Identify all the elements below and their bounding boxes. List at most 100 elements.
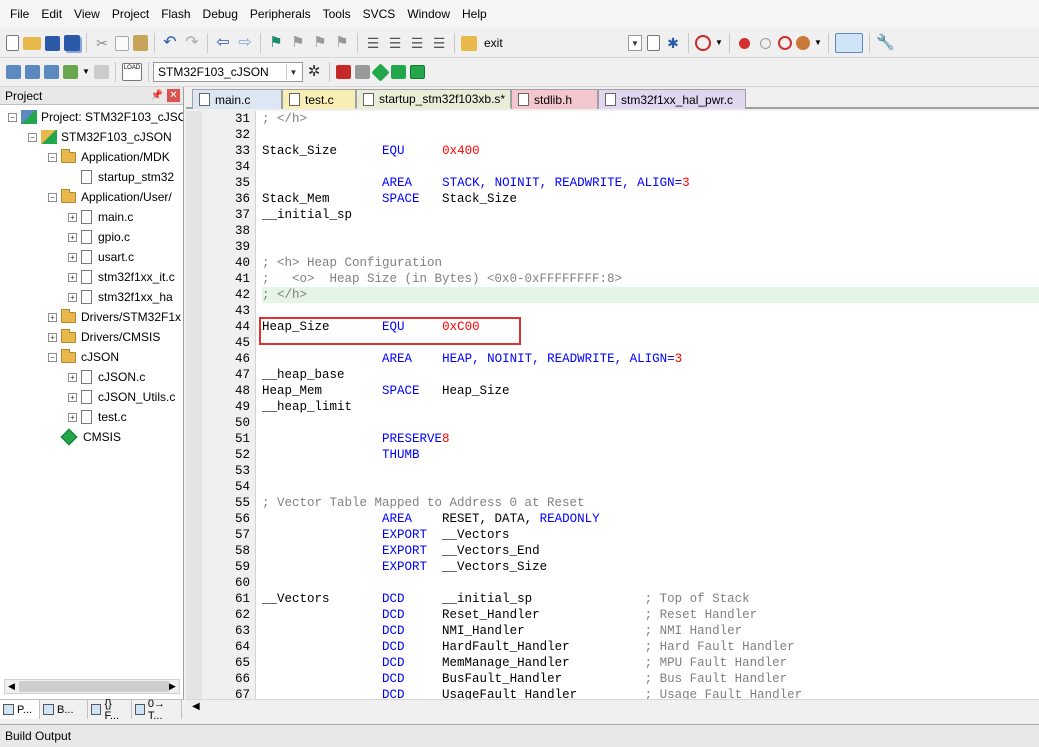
code-line[interactable] [262, 479, 1039, 495]
code-line[interactable]: ; <o> Heap Size (in Bytes) <0x0-0xFFFFFF… [262, 271, 1039, 287]
code-line[interactable]: EXPORT __Vectors_Size [262, 559, 1039, 575]
select-software-packs-icon[interactable] [371, 63, 389, 81]
tree-item[interactable]: +Drivers/CMSIS [48, 327, 160, 347]
expand-icon[interactable]: + [68, 373, 77, 382]
indent-icon[interactable]: ☰ [364, 34, 382, 52]
code-line[interactable]: ; <h> Heap Configuration [262, 255, 1039, 271]
code-line[interactable]: DCD UsageFault_Handler ; Usage Fault Han… [262, 687, 1039, 699]
undo-icon[interactable]: ↶ [161, 34, 179, 52]
build-icon[interactable] [25, 65, 40, 79]
code-line[interactable]: PRESERVE8 [262, 431, 1039, 447]
open-folder-icon[interactable] [23, 37, 41, 50]
code-line[interactable]: Heap_Mem SPACE Heap_Size [262, 383, 1039, 399]
code-line[interactable] [262, 575, 1039, 591]
code-line[interactable]: __initial_sp [262, 207, 1039, 223]
menu-debug[interactable]: Debug [197, 0, 244, 28]
expand-icon[interactable]: + [68, 213, 77, 222]
tree-item[interactable]: −cJSON [48, 347, 119, 367]
menu-help[interactable]: Help [456, 0, 493, 28]
tree-item[interactable]: +Drivers/STM32F1x [48, 307, 181, 327]
code-line[interactable]: DCD MemManage_Handler ; MPU Fault Handle… [262, 655, 1039, 671]
paste-icon[interactable] [133, 35, 148, 51]
editor-tab[interactable]: startup_stm32f103xb.s* [356, 89, 511, 109]
code-line[interactable] [262, 127, 1039, 143]
menu-project[interactable]: Project [106, 0, 155, 28]
debug-session-icon[interactable] [695, 35, 711, 51]
target-select[interactable]: STM32F103_cJSON ▼ [153, 62, 303, 82]
menu-window[interactable]: Window [401, 0, 456, 28]
code-line[interactable]: THUMB [262, 447, 1039, 463]
code-line[interactable] [262, 415, 1039, 431]
translate-icon[interactable] [6, 65, 21, 79]
dropdown-arrow-icon[interactable]: ▼ [82, 63, 90, 81]
code-line[interactable] [262, 239, 1039, 255]
editor-tab[interactable]: stm32f1xx_hal_pwr.c [598, 89, 746, 109]
redo-icon[interactable]: ↷ [183, 34, 201, 52]
code-line[interactable]: AREA RESET, DATA, READONLY [262, 511, 1039, 527]
code-line[interactable]: AREA STACK, NOINIT, READWRITE, ALIGN=3 [262, 175, 1039, 191]
close-icon[interactable]: ✕ [167, 89, 180, 102]
nav-back-icon[interactable]: ⇦ [214, 34, 232, 52]
editor-tab[interactable]: stdlib.h [511, 89, 598, 109]
editor-horizontal-scrollbar[interactable]: ◀ [186, 699, 1039, 714]
tree-item[interactable]: −Project: STM32F103_cJSO [8, 107, 183, 127]
pack-installer-icon[interactable] [391, 65, 406, 79]
tree-item[interactable]: +cJSON.c [68, 367, 145, 387]
code-line[interactable] [262, 463, 1039, 479]
collapse-icon[interactable]: − [48, 353, 57, 362]
code-line[interactable]: EXPORT __Vectors [262, 527, 1039, 543]
code-line[interactable]: DCD Reset_Handler ; Reset Handler [262, 607, 1039, 623]
scrollbar-thumb[interactable] [19, 681, 169, 692]
window-layout-icon[interactable] [835, 33, 863, 53]
scroll-left-icon[interactable]: ◀ [5, 680, 18, 693]
code-line[interactable]: __Vectors DCD __initial_sp ; Top of Stac… [262, 591, 1039, 607]
menu-flash[interactable]: Flash [155, 0, 196, 28]
code-line[interactable]: AREA HEAP, NOINIT, READWRITE, ALIGN=3 [262, 351, 1039, 367]
tree-item[interactable]: +stm32f1xx_ha [68, 287, 173, 307]
project-panel-tab[interactable]: {} F... [88, 700, 132, 719]
expand-icon[interactable]: + [68, 393, 77, 402]
bookmark-next-icon[interactable]: ⚑ [311, 34, 329, 52]
code-line[interactable]: ; </h> [262, 287, 1039, 303]
bookmark-clear-icon[interactable]: ⚑ [333, 34, 351, 52]
chevron-down-icon[interactable]: ▼ [286, 64, 300, 80]
load-icon[interactable]: LOAD [122, 63, 142, 81]
chevron-down-icon[interactable]: ▼ [628, 35, 642, 51]
rebuild-icon[interactable] [44, 65, 59, 79]
tree-item[interactable]: +gpio.c [68, 227, 130, 247]
new-file-icon[interactable] [6, 35, 19, 51]
collapse-icon[interactable]: − [48, 193, 57, 202]
collapse-icon[interactable]: − [48, 153, 57, 162]
project-panel-tab[interactable]: 0→ T... [132, 700, 182, 719]
find-combo[interactable]: exit ▼ [479, 33, 645, 53]
configure-wrench-icon[interactable]: 🔧 [876, 34, 894, 52]
expand-icon[interactable]: + [48, 333, 57, 342]
code-line[interactable]: DCD NMI_Handler ; NMI Handler [262, 623, 1039, 639]
breakpoint-icon[interactable] [739, 38, 750, 49]
project-panel-tab[interactable]: B... [40, 700, 88, 719]
file-extensions-icon[interactable] [336, 65, 351, 79]
tree-item[interactable]: −STM32F103_cJSON [28, 127, 172, 147]
unindent-icon[interactable]: ☰ [386, 34, 404, 52]
breakpoints-disable-all-icon[interactable] [778, 36, 792, 50]
find-in-files-icon[interactable] [461, 36, 477, 51]
scroll-left-icon[interactable]: ◀ [192, 700, 200, 714]
collapse-icon[interactable]: − [8, 113, 17, 122]
menu-svcs[interactable]: SVCS [357, 0, 402, 28]
run-time-environment-icon[interactable] [410, 65, 425, 79]
target-options-icon[interactable]: ✲ [305, 63, 323, 81]
scroll-right-icon[interactable]: ▶ [166, 680, 179, 693]
code-line[interactable]: EXPORT __Vectors_End [262, 543, 1039, 559]
tree-item[interactable]: +main.c [68, 207, 133, 227]
nav-forward-icon[interactable]: ⇨ [236, 34, 254, 52]
code-line[interactable]: __heap_limit [262, 399, 1039, 415]
incremental-find-icon[interactable]: ✱ [664, 34, 682, 52]
cut-icon[interactable]: ✂ [93, 34, 111, 52]
expand-icon[interactable]: + [68, 233, 77, 242]
editor-tab[interactable]: main.c [192, 89, 282, 109]
bookmark-prev-icon[interactable]: ⚑ [289, 34, 307, 52]
tree-item[interactable]: −Application/MDK [48, 147, 170, 167]
tree-item[interactable]: startup_stm32 [68, 167, 174, 187]
uncomment-icon[interactable]: ☰ [430, 34, 448, 52]
code-line[interactable]: __heap_base [262, 367, 1039, 383]
